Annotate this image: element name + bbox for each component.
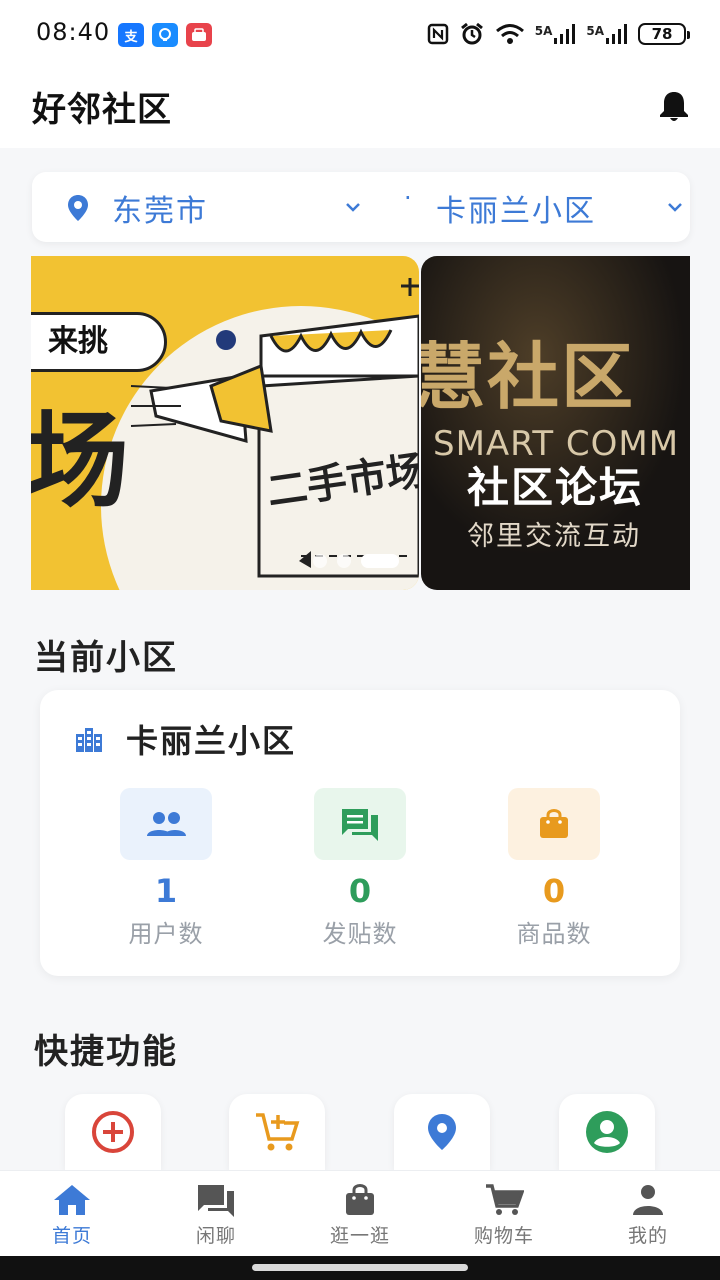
- nav-item-browse[interactable]: 逛一逛: [288, 1171, 432, 1257]
- community-card[interactable]: 卡丽兰小区 1 用户数 0 发贴数 0 商品数: [40, 690, 680, 976]
- nav-label: 首页: [51, 1225, 92, 1247]
- stat-products[interactable]: 0 商品数: [484, 788, 624, 949]
- nav-item-profile[interactable]: 我的: [576, 1171, 720, 1257]
- nav-label: 逛一逛: [329, 1225, 390, 1247]
- banner-slide-community-forum[interactable]: 慧社区 SMART COMM 社区论坛 邻里交流互动: [421, 256, 690, 590]
- cellular-signal-icon: [606, 24, 627, 44]
- stat-icon-box: [314, 788, 406, 860]
- signal-1: 5A: [535, 24, 577, 44]
- chevron-down-icon[interactable]: [666, 200, 684, 214]
- battery-level: 78: [651, 25, 673, 43]
- banner-big-text: 场: [31, 400, 130, 522]
- status-bar: 08:40 支 5A 5A 78: [0, 0, 720, 68]
- location-selector: 东莞市 · 卡丽兰小区: [32, 172, 690, 242]
- carousel-dot[interactable]: [313, 554, 327, 568]
- chat-icon: [342, 809, 378, 841]
- nav-item-home[interactable]: 首页: [0, 1171, 144, 1257]
- stat-value: 0: [542, 872, 566, 910]
- bottom-nav: 首页 闲聊 逛一逛 购物车 我的: [0, 1170, 720, 1256]
- banner-carousel[interactable]: 来挑 场 二手市场 慧社区 SMART COMM 社区论坛 邻里交流互动: [31, 256, 690, 590]
- network-type-label: 5A: [534, 24, 553, 38]
- home-gesture-bar[interactable]: [252, 1264, 468, 1271]
- location-pin-icon: [428, 1114, 456, 1150]
- shopping-bag-icon: [540, 809, 568, 838]
- city-dropdown[interactable]: 东莞市: [112, 186, 208, 230]
- stat-label: 用户数: [128, 920, 204, 948]
- apartment-icon: [76, 728, 102, 752]
- assistant-notification-icon: [152, 23, 178, 47]
- banner-background-title: 慧社区: [421, 335, 636, 419]
- system-gesture-area: [0, 1256, 720, 1280]
- app-header: 好邻社区: [0, 68, 720, 148]
- banner-title: 社区论坛: [467, 463, 644, 512]
- signal-2: 5A: [586, 24, 628, 44]
- forum-icon: [198, 1185, 234, 1217]
- bell-icon[interactable]: [656, 88, 692, 124]
- quick-add-product-button[interactable]: [229, 1094, 325, 1170]
- cellular-signal-icon: [554, 24, 576, 44]
- nav-label: 闲聊: [195, 1225, 236, 1247]
- stat-icon-box: [120, 788, 212, 860]
- section-title-quick-functions: 快捷功能: [34, 1032, 178, 1072]
- quick-location-button[interactable]: [394, 1094, 490, 1170]
- gallery-notification-icon: [186, 23, 212, 47]
- wifi-icon: [495, 24, 524, 44]
- stat-icon-box: [508, 788, 600, 860]
- stat-value: 0: [348, 872, 372, 910]
- banner-slide-secondhand-market[interactable]: 来挑 场 二手市场: [31, 256, 419, 590]
- location-separator: ·: [404, 184, 412, 212]
- status-icons: 5A 5A 78: [427, 20, 690, 48]
- quick-profile-button[interactable]: [559, 1094, 655, 1170]
- stat-users[interactable]: 1 用户数: [96, 788, 236, 949]
- battery-indicator: 78: [638, 23, 690, 45]
- quick-add-post-button[interactable]: [65, 1094, 161, 1170]
- nav-item-chat[interactable]: 闲聊: [144, 1171, 288, 1257]
- nav-label: 我的: [627, 1225, 668, 1247]
- cart-add-icon: [256, 1113, 300, 1151]
- person-icon: [633, 1185, 663, 1215]
- carousel-dot-active[interactable]: [361, 554, 399, 568]
- nav-item-cart[interactable]: 购物车: [432, 1171, 576, 1257]
- alipay-notification-icon: 支: [118, 23, 144, 47]
- location-pin-icon: [68, 195, 88, 221]
- community-name: 卡丽兰小区: [126, 722, 297, 760]
- nav-label: 购物车: [473, 1225, 534, 1247]
- status-time: 08:40: [36, 18, 111, 46]
- users-icon: [147, 812, 186, 836]
- stat-label: 发贴数: [322, 920, 398, 948]
- home-icon: [54, 1185, 90, 1215]
- carousel-indicator: [313, 554, 399, 568]
- alarm-icon: [460, 22, 483, 45]
- network-type-label: 5A: [586, 24, 604, 38]
- banner-subtitle: 邻里交流互动: [467, 521, 641, 552]
- community-dropdown[interactable]: 卡丽兰小区: [436, 186, 596, 230]
- banner-tag: 来挑: [31, 312, 167, 372]
- nfc-icon: [427, 23, 448, 45]
- add-circle-icon: [92, 1111, 134, 1153]
- account-circle-icon: [586, 1111, 628, 1153]
- chevron-down-icon[interactable]: [344, 200, 362, 214]
- cart-icon: [486, 1184, 524, 1215]
- carousel-dot[interactable]: [337, 554, 351, 568]
- stat-posts[interactable]: 0 发贴数: [290, 788, 430, 949]
- shopping-bag-icon: [346, 1184, 374, 1215]
- stat-label: 商品数: [516, 920, 592, 948]
- section-title-current-community: 当前小区: [34, 638, 178, 678]
- page-title: 好邻社区: [32, 90, 172, 130]
- stat-value: 1: [154, 872, 178, 910]
